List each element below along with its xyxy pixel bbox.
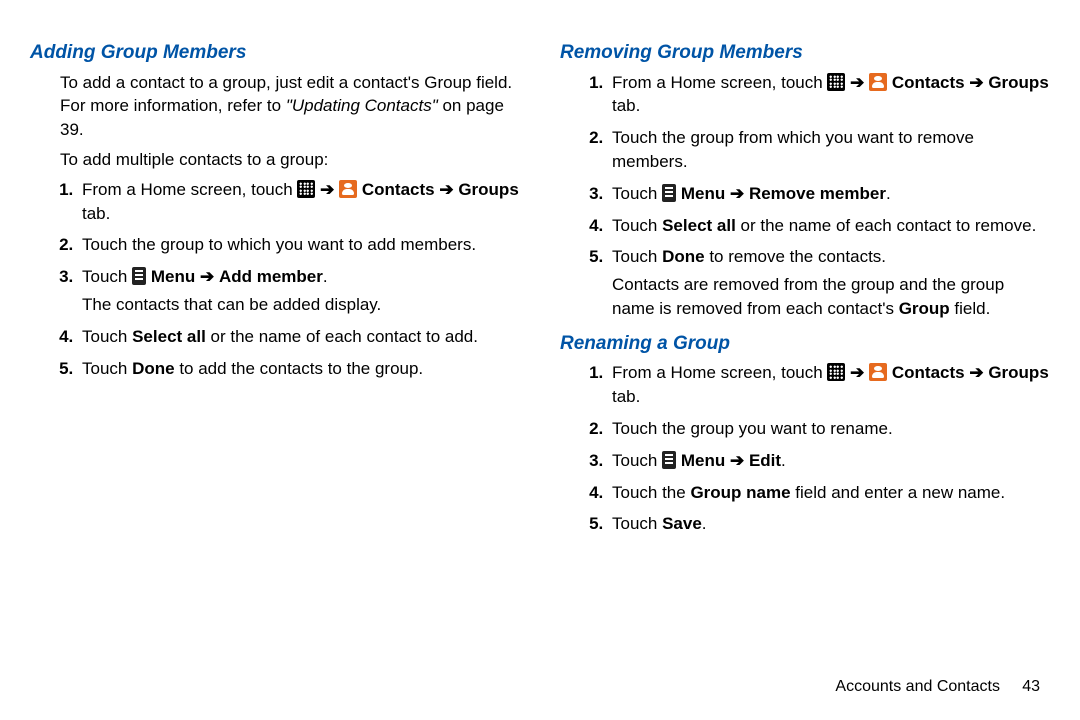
step-text: Touch the	[612, 483, 690, 502]
groups-label: Groups	[988, 363, 1048, 382]
group-field-label: Group	[899, 299, 950, 318]
step-1: From a Home screen, touch ➔ Contacts ➔ G…	[78, 178, 520, 226]
step-text: From a Home screen, touch	[612, 73, 827, 92]
menu-label: Menu	[681, 184, 725, 203]
menu-label: Menu	[151, 267, 195, 286]
page-footer: Accounts and Contacts 43	[835, 676, 1040, 698]
tab-text: tab.	[82, 204, 110, 223]
step-2: Touch the group from which you want to r…	[608, 126, 1050, 174]
step-text: to add the contacts to the group.	[175, 359, 424, 378]
contacts-label: Contacts	[362, 180, 435, 199]
menu-icon	[662, 451, 676, 469]
step-text: Touch	[612, 216, 662, 235]
edit-label: Edit	[749, 451, 781, 470]
step-5: Touch Done to remove the contacts. Conta…	[608, 245, 1050, 320]
right-column: Removing Group Members From a Home scree…	[560, 40, 1050, 546]
contacts-label: Contacts	[892, 73, 965, 92]
section-title-removing: Removing Group Members	[560, 40, 1050, 67]
arrow-icon: ➔	[850, 363, 864, 382]
step-text: Touch	[612, 247, 662, 266]
step-text: field and enter a new name.	[791, 483, 1006, 502]
group-name-label: Group name	[690, 483, 790, 502]
step-text: or the name of each contact to remove.	[736, 216, 1037, 235]
groups-label: Groups	[458, 180, 518, 199]
step-text: or the name of each contact to add.	[206, 327, 478, 346]
step-4: Touch Select all or the name of each con…	[78, 325, 520, 349]
result-note: Contacts are removed from the group and …	[612, 273, 1050, 321]
groups-label: Groups	[988, 73, 1048, 92]
step-1: From a Home screen, touch ➔ Contacts ➔ G…	[608, 361, 1050, 409]
intro-subhead: To add multiple contacts to a group:	[60, 148, 520, 172]
menu-icon	[662, 184, 676, 202]
menu-label: Menu	[681, 451, 725, 470]
step-3: Touch Menu ➔ Add member. The contacts th…	[78, 265, 520, 317]
arrow-icon: ➔	[200, 267, 214, 286]
tab-text: tab.	[612, 387, 640, 406]
select-all-label: Select all	[662, 216, 736, 235]
step-text: Touch	[612, 184, 662, 203]
step-4: Touch Select all or the name of each con…	[608, 214, 1050, 238]
contacts-icon	[339, 180, 357, 198]
step-3: Touch Menu ➔ Remove member.	[608, 182, 1050, 206]
reference-link: "Updating Contacts"	[286, 96, 438, 115]
page-number: 43	[1022, 678, 1040, 695]
contacts-icon	[869, 363, 887, 381]
step-text: .	[702, 514, 707, 533]
save-label: Save	[662, 514, 702, 533]
step-4: Touch the Group name field and enter a n…	[608, 481, 1050, 505]
add-member-label: Add member	[219, 267, 323, 286]
contacts-label: Contacts	[892, 363, 965, 382]
step-2: Touch the group you want to rename.	[608, 417, 1050, 441]
step-5: Touch Done to add the contacts to the gr…	[78, 357, 520, 381]
section-title-adding: Adding Group Members	[30, 40, 520, 67]
arrow-icon: ➔	[439, 180, 453, 199]
apps-icon	[827, 73, 845, 91]
done-label: Done	[132, 359, 175, 378]
contacts-icon	[869, 73, 887, 91]
step-1: From a Home screen, touch ➔ Contacts ➔ G…	[608, 71, 1050, 119]
steps-list-adding: From a Home screen, touch ➔ Contacts ➔ G…	[50, 178, 520, 381]
step-text: From a Home screen, touch	[82, 180, 297, 199]
step-text: Touch	[82, 267, 132, 286]
step-text: Touch	[612, 451, 662, 470]
select-all-label: Select all	[132, 327, 206, 346]
step-text: Touch	[82, 327, 132, 346]
footer-section-label: Accounts and Contacts	[835, 678, 1000, 695]
intro-paragraph: To add a contact to a group, just edit a…	[60, 71, 520, 142]
note-text: field.	[950, 299, 991, 318]
step-5: Touch Save.	[608, 512, 1050, 536]
arrow-icon: ➔	[730, 184, 744, 203]
arrow-icon: ➔	[320, 180, 334, 199]
step-text: Touch	[612, 514, 662, 533]
arrow-icon: ➔	[969, 363, 983, 382]
remove-member-label: Remove member	[749, 184, 886, 203]
left-column: Adding Group Members To add a contact to…	[30, 40, 520, 546]
tab-text: tab.	[612, 96, 640, 115]
step-2: Touch the group to which you want to add…	[78, 233, 520, 257]
step-subtext: The contacts that can be added display.	[82, 293, 520, 317]
step-text: From a Home screen, touch	[612, 363, 827, 382]
apps-icon	[297, 180, 315, 198]
steps-list-removing: From a Home screen, touch ➔ Contacts ➔ G…	[580, 71, 1050, 321]
steps-list-renaming: From a Home screen, touch ➔ Contacts ➔ G…	[580, 361, 1050, 536]
menu-icon	[132, 267, 146, 285]
step-text: Touch	[82, 359, 132, 378]
section-title-renaming: Renaming a Group	[560, 331, 1050, 358]
step-3: Touch Menu ➔ Edit.	[608, 449, 1050, 473]
done-label: Done	[662, 247, 705, 266]
arrow-icon: ➔	[969, 73, 983, 92]
arrow-icon: ➔	[850, 73, 864, 92]
arrow-icon: ➔	[730, 451, 744, 470]
apps-icon	[827, 363, 845, 381]
step-text: to remove the contacts.	[705, 247, 886, 266]
